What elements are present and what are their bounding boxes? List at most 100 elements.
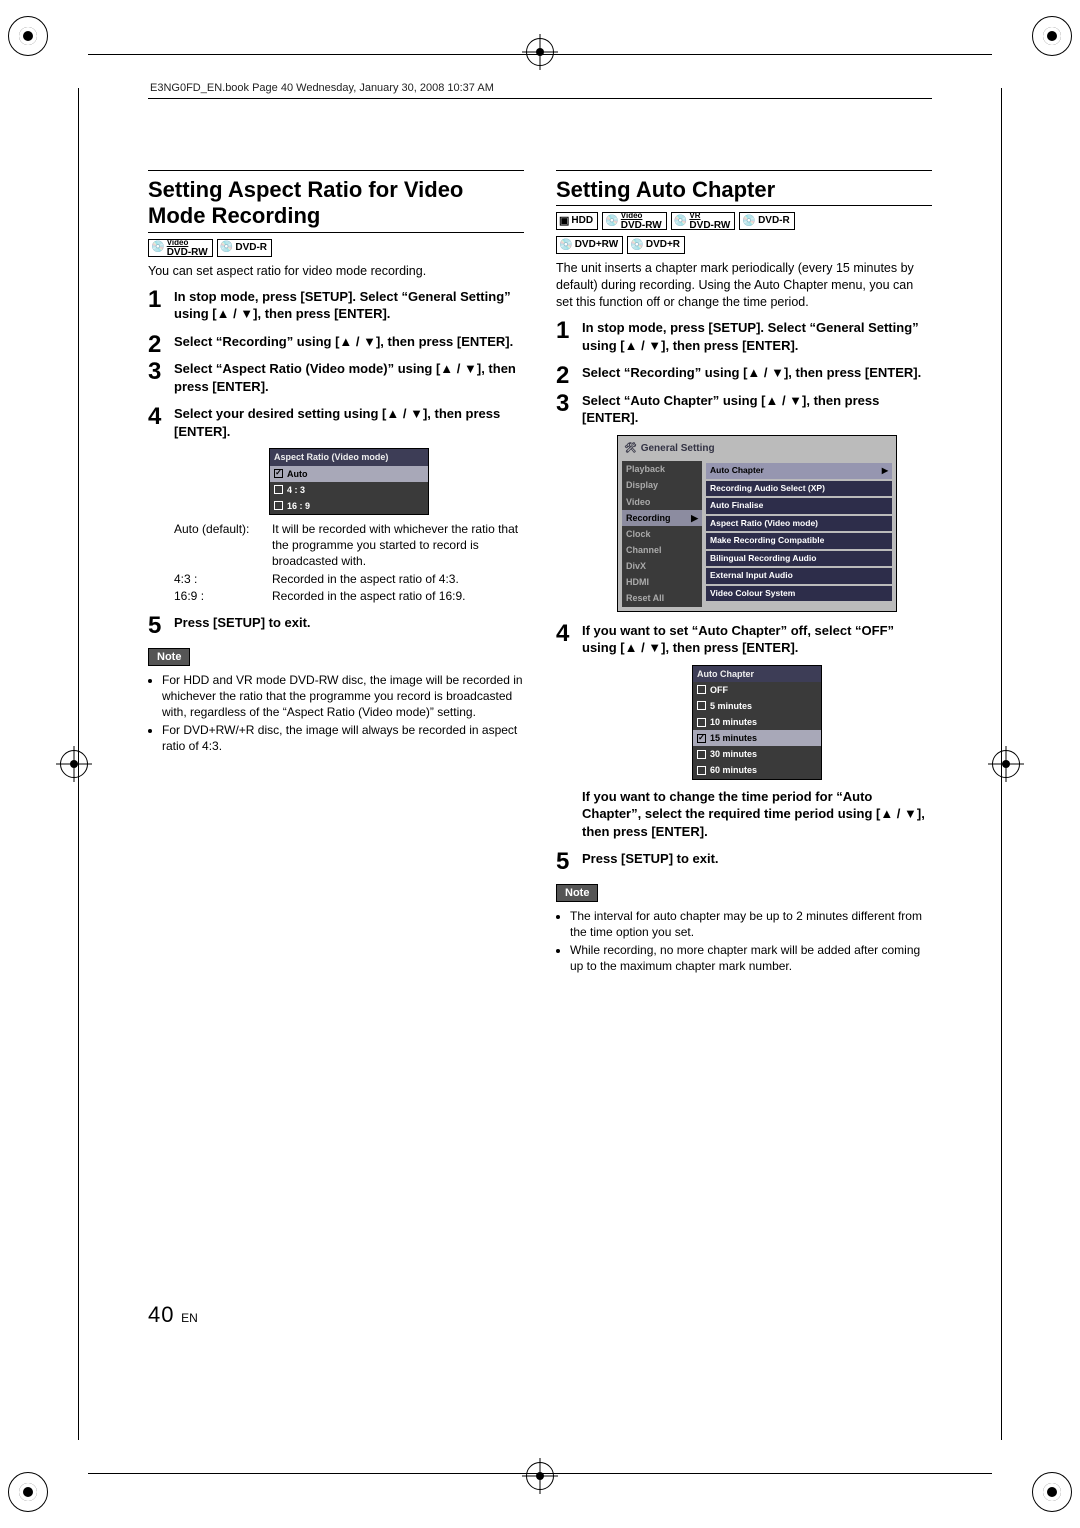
crop-mark-icon	[1032, 16, 1072, 56]
step: Select “Auto Chapter” using [▲ / ▼], the…	[556, 392, 932, 612]
osd-title-label: General Setting	[641, 442, 715, 456]
note-label: Note	[556, 884, 598, 902]
step: Select “Recording” using [▲ / ▼], then p…	[148, 333, 524, 351]
crop-mark-icon	[1032, 1472, 1072, 1512]
disc-icon: 💿	[220, 242, 234, 253]
disc-badge: 💿 Video DVD-RW	[148, 239, 213, 257]
disc-label: HDD	[571, 216, 593, 226]
note-label: Note	[148, 648, 190, 666]
gear-icon: 🛠	[624, 442, 637, 456]
step: Select “Aspect Ratio (Video mode)” using…	[148, 360, 524, 395]
chevron-right-icon	[691, 512, 698, 524]
def-val: Recorded in the aspect ratio of 4:3.	[272, 571, 524, 587]
osd-general-setting: 🛠 General Setting Playback Display Video …	[617, 435, 897, 612]
osd-option: 30 minutes	[693, 746, 821, 762]
osd-sidebar: Playback Display Video Recording Clock C…	[622, 461, 702, 606]
def-term: 16:9 :	[174, 588, 264, 604]
disc-sup: Video	[621, 211, 643, 220]
checkbox-icon	[697, 750, 706, 759]
disc-badge: 💿VideoDVD-RW	[602, 212, 667, 230]
hdd-icon: ▣	[559, 216, 569, 227]
osd-entry: External Input Audio	[706, 568, 892, 583]
page-rule	[88, 1473, 992, 1474]
def-term: Auto (default):	[174, 521, 264, 570]
disc-label: DVD-R	[235, 243, 267, 253]
step-text: Select “Auto Chapter” using [▲ / ▼], the…	[582, 393, 879, 426]
checkbox-icon	[274, 501, 283, 510]
lead-text: You can set aspect ratio for video mode …	[148, 263, 524, 280]
crop-mark-icon	[8, 1472, 48, 1512]
disc-icon: 💿	[742, 216, 756, 227]
registration-target-icon	[60, 750, 88, 778]
osd-sidebar-item: DivX	[622, 558, 702, 574]
osd-option-label: 15 minutes	[710, 732, 757, 744]
osd-sidebar-item: Reset All	[622, 590, 702, 606]
osd-sidebar-item: Recording	[622, 510, 702, 526]
osd-option: OFF	[693, 682, 821, 698]
osd-option: 16 : 9	[270, 498, 428, 514]
right-column: Setting Auto Chapter ▣HDD 💿VideoDVD-RW 💿…	[556, 170, 932, 1348]
osd-entry: Auto Finalise	[706, 498, 892, 513]
registration-target-icon	[526, 38, 554, 66]
disc-label: DVD-RW	[167, 247, 208, 258]
def-term: 4:3 :	[174, 571, 264, 587]
osd-option: 15 minutes	[693, 730, 821, 746]
page-number-value: 40	[148, 1302, 174, 1327]
book-metadata-rule	[148, 98, 932, 99]
osd-sidebar-item: Display	[622, 477, 702, 493]
disc-badge: 💿DVD+R	[627, 236, 685, 254]
page-rule	[78, 88, 79, 1440]
note-item: For DVD+RW/+R disc, the image will alway…	[162, 722, 524, 754]
step: Select “Recording” using [▲ / ▼], then p…	[556, 364, 932, 382]
chevron-right-icon	[882, 466, 888, 477]
disc-sup: VR	[689, 211, 700, 220]
osd-option: 10 minutes	[693, 714, 821, 730]
disc-label: DVD+R	[646, 240, 680, 250]
page-rule	[1001, 88, 1002, 1440]
disc-badges: 💿 Video DVD-RW 💿 DVD-R	[148, 239, 524, 257]
note-list: The interval for auto chapter may be up …	[556, 908, 932, 975]
page-rule	[88, 54, 992, 55]
disc-label: DVD+RW	[575, 240, 618, 250]
disc-label: DVD-R	[758, 216, 790, 226]
osd-sidebar-item: Clock	[622, 526, 702, 542]
disc-icon: 💿	[605, 216, 619, 227]
osd-auto-chapter-menu: Auto Chapter OFF 5 minutes 10 minutes 15…	[692, 665, 822, 780]
checkbox-icon	[274, 485, 283, 494]
checkbox-icon	[697, 734, 706, 743]
step: In stop mode, press [SETUP]. Select “Gen…	[148, 288, 524, 323]
checkbox-icon	[697, 685, 706, 694]
page-content: Setting Aspect Ratio for Video Mode Reco…	[148, 170, 932, 1348]
step: Press [SETUP] to exit.	[148, 614, 524, 632]
step: Press [SETUP] to exit.	[556, 850, 932, 868]
step: Select your desired setting using [▲ / ▼…	[148, 405, 524, 604]
osd-sidebar-item: Playback	[622, 461, 702, 477]
note-item: For HDD and VR mode DVD-RW disc, the ima…	[162, 672, 524, 721]
registration-target-icon	[526, 1462, 554, 1490]
step-text: If you want to set “Auto Chapter” off, s…	[582, 623, 894, 656]
checkbox-icon	[697, 718, 706, 727]
disc-label: DVD-RW	[621, 220, 662, 231]
osd-sidebar-item: HDMI	[622, 574, 702, 590]
checkbox-icon	[697, 701, 706, 710]
step: If you want to set “Auto Chapter” off, s…	[556, 622, 932, 841]
registration-target-icon	[992, 750, 1020, 778]
section-title: Setting Aspect Ratio for Video Mode Reco…	[148, 170, 524, 230]
disc-badge: 💿 DVD-R	[217, 239, 272, 257]
osd-option-label: 16 : 9	[287, 500, 310, 512]
checkbox-icon	[697, 766, 706, 775]
disc-icon: 💿	[674, 216, 688, 227]
checkbox-icon	[274, 469, 283, 478]
note-item: While recording, no more chapter mark wi…	[570, 942, 932, 974]
disc-badge: 💿DVD-R	[739, 212, 794, 230]
osd-option: 60 minutes	[693, 762, 821, 778]
disc-icon: 💿	[630, 240, 644, 251]
osd-option: 4 : 3	[270, 482, 428, 498]
disc-badges: ▣HDD 💿VideoDVD-RW 💿VRDVD-RW 💿DVD-R	[556, 212, 932, 230]
osd-option-label: 5 minutes	[710, 700, 752, 712]
osd-option: 5 minutes	[693, 698, 821, 714]
step: In stop mode, press [SETUP]. Select “Gen…	[556, 319, 932, 354]
osd-entry: Video Colour System	[706, 586, 892, 601]
definitions: Auto (default):It will be recorded with …	[174, 521, 524, 604]
disc-sup: Video	[167, 238, 189, 247]
